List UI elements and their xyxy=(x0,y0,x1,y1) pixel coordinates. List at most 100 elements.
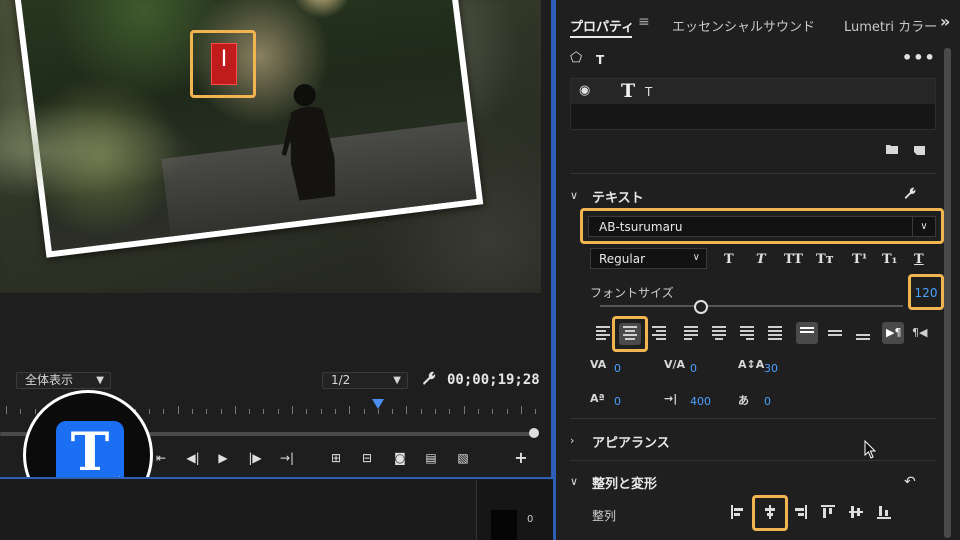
zoom-level-dropdown[interactable]: 全体表示 ▼ xyxy=(16,372,111,389)
properties-panel: プロパティ ≡ エッセンシャルサウンド Lumetri カラー » ⬠ T ••… xyxy=(553,0,960,540)
divider xyxy=(570,418,936,419)
playhead-marker[interactable] xyxy=(372,399,384,409)
faux-italic-button[interactable]: T xyxy=(756,252,766,267)
scrub-end-handle[interactable] xyxy=(529,428,539,438)
text-section-title[interactable]: テキスト xyxy=(592,187,644,206)
ruler-tick xyxy=(406,406,408,414)
ruler-tick xyxy=(377,409,379,414)
ltr-direction-icon: ▶¶ xyxy=(886,326,902,339)
font-size-slider-knob[interactable] xyxy=(693,300,708,314)
align-right-edges-icon[interactable] xyxy=(792,504,808,520)
folder-icon[interactable] xyxy=(886,144,898,154)
font-family-dropdown[interactable]: AB-tsurumaru ∨ xyxy=(588,216,936,237)
audio-meter-bar xyxy=(491,510,517,540)
wrench-icon[interactable] xyxy=(421,370,437,386)
tracking-icon: V/A xyxy=(664,358,686,371)
align-left-icon[interactable] xyxy=(596,326,610,340)
bottom-align-text-icon[interactable] xyxy=(856,326,870,340)
tab-lumetri-color[interactable]: Lumetri カラー xyxy=(844,16,937,35)
add-button-icon[interactable]: + xyxy=(510,450,532,466)
timeline-panel xyxy=(0,479,553,540)
justify-left-icon[interactable] xyxy=(684,326,698,340)
list-item[interactable]: ◉ T T xyxy=(571,79,935,104)
leading-value[interactable]: 30 xyxy=(764,362,778,375)
justify-center-icon[interactable] xyxy=(712,326,726,340)
new-layer-icon[interactable] xyxy=(914,144,925,155)
step-forward-icon[interactable]: |▶ xyxy=(244,450,266,466)
tsume-value[interactable]: 0 xyxy=(764,395,771,408)
tracking-value[interactable]: 0 xyxy=(690,362,697,375)
align-horizontal-center-icon[interactable] xyxy=(762,504,778,520)
align-right-icon[interactable] xyxy=(652,326,666,340)
font-size-value[interactable]: 120 xyxy=(911,286,941,300)
video-frame[interactable]: Ⅰ xyxy=(0,0,541,293)
underline-button[interactable]: T xyxy=(914,252,924,267)
tab-width-value[interactable]: 400 xyxy=(690,395,711,408)
font-family-value: AB-tsurumaru xyxy=(599,220,683,234)
faux-bold-button[interactable]: T xyxy=(724,252,734,267)
vr-toggle-icon[interactable]: ▧ xyxy=(452,450,474,466)
hamburger-menu-icon[interactable]: ≡ xyxy=(638,14,650,30)
more-options-icon[interactable]: ••• xyxy=(902,48,936,67)
ruler-tick xyxy=(306,409,308,414)
ruler-tick xyxy=(492,409,494,414)
font-size-highlight: 120 xyxy=(908,274,944,310)
top-align-text-icon[interactable] xyxy=(800,326,814,340)
type-tool-glyph: T xyxy=(70,422,110,479)
small-caps-button[interactable]: Tᴛ xyxy=(816,252,834,267)
all-caps-button[interactable]: TT xyxy=(784,252,803,267)
tab-width-icon: →| xyxy=(664,392,678,405)
font-style-dropdown[interactable]: Regular ∨ xyxy=(590,248,707,269)
ruler-tick xyxy=(292,406,293,414)
tab-essential-sound[interactable]: エッセンシャルサウンド xyxy=(672,16,815,35)
audio-meter-label: 0 xyxy=(527,514,534,525)
appearance-section-title[interactable]: アピアランス xyxy=(592,432,670,451)
step-back-icon[interactable]: ◀| xyxy=(182,450,204,466)
chevron-down-icon[interactable]: ∨ xyxy=(912,217,935,236)
ruler-tick xyxy=(520,406,522,414)
align-left-edges-icon[interactable] xyxy=(730,504,746,520)
rtl-direction-icon[interactable]: ¶◀ xyxy=(912,326,927,339)
chevron-down-icon[interactable]: ∨ xyxy=(570,189,578,202)
scrollbar[interactable] xyxy=(944,48,951,538)
compare-view-icon[interactable]: ▤ xyxy=(420,450,442,466)
ruler-tick xyxy=(435,409,436,414)
ruler-tick xyxy=(449,409,451,414)
chevron-down-icon[interactable]: ∨ xyxy=(570,475,578,488)
play-icon[interactable]: ▶ xyxy=(212,450,234,466)
align-center-icon[interactable] xyxy=(623,326,637,340)
baseline-shift-icon: Aª xyxy=(590,392,605,405)
transform-section-title[interactable]: 整列と変形 xyxy=(592,473,657,492)
ruler-tick xyxy=(277,409,279,414)
type-tool-app-icon: T xyxy=(56,421,124,479)
superscript-button[interactable]: T¹ xyxy=(852,252,867,267)
insert-icon[interactable]: ⊞ xyxy=(325,450,347,466)
align-vertical-center-icon[interactable] xyxy=(848,504,864,520)
reset-icon[interactable]: ↶ xyxy=(904,474,916,490)
camera-icon[interactable]: ◙ xyxy=(389,450,411,466)
eye-visibility-icon[interactable]: ◉ xyxy=(579,83,590,98)
text-layer-highlight[interactable]: Ⅰ xyxy=(190,30,256,98)
tab-properties[interactable]: プロパティ xyxy=(570,16,634,35)
ruler-tick xyxy=(506,409,508,414)
justify-right-icon[interactable] xyxy=(740,326,754,340)
playback-resolution-dropdown[interactable]: 1/2 ▼ xyxy=(322,372,408,389)
chevron-right-icon[interactable]: › xyxy=(570,434,574,447)
text-layer-bounding-box[interactable]: Ⅰ xyxy=(211,43,237,85)
font-size-label: フォントサイズ xyxy=(590,286,674,300)
font-size-slider[interactable] xyxy=(600,305,903,307)
overflow-chevron-icon[interactable]: » xyxy=(940,12,950,31)
kerning-value[interactable]: 0 xyxy=(614,362,621,375)
playhead-timecode[interactable]: 00;00;19;28 xyxy=(447,372,540,388)
ruler-tick xyxy=(535,409,537,414)
mark-in-icon[interactable]: ⇤ xyxy=(150,450,172,466)
justify-all-icon[interactable] xyxy=(768,326,782,340)
go-to-out-icon[interactable]: →| xyxy=(276,450,298,466)
subscript-button[interactable]: T₁ xyxy=(882,252,897,267)
overwrite-icon[interactable]: ⊟ xyxy=(356,450,378,466)
align-bottom-edges-icon[interactable] xyxy=(876,504,892,520)
wrench-icon[interactable] xyxy=(903,186,917,200)
center-align-text-icon[interactable] xyxy=(828,326,842,340)
align-top-edges-icon[interactable] xyxy=(820,504,836,520)
baseline-shift-value[interactable]: 0 xyxy=(614,395,621,408)
